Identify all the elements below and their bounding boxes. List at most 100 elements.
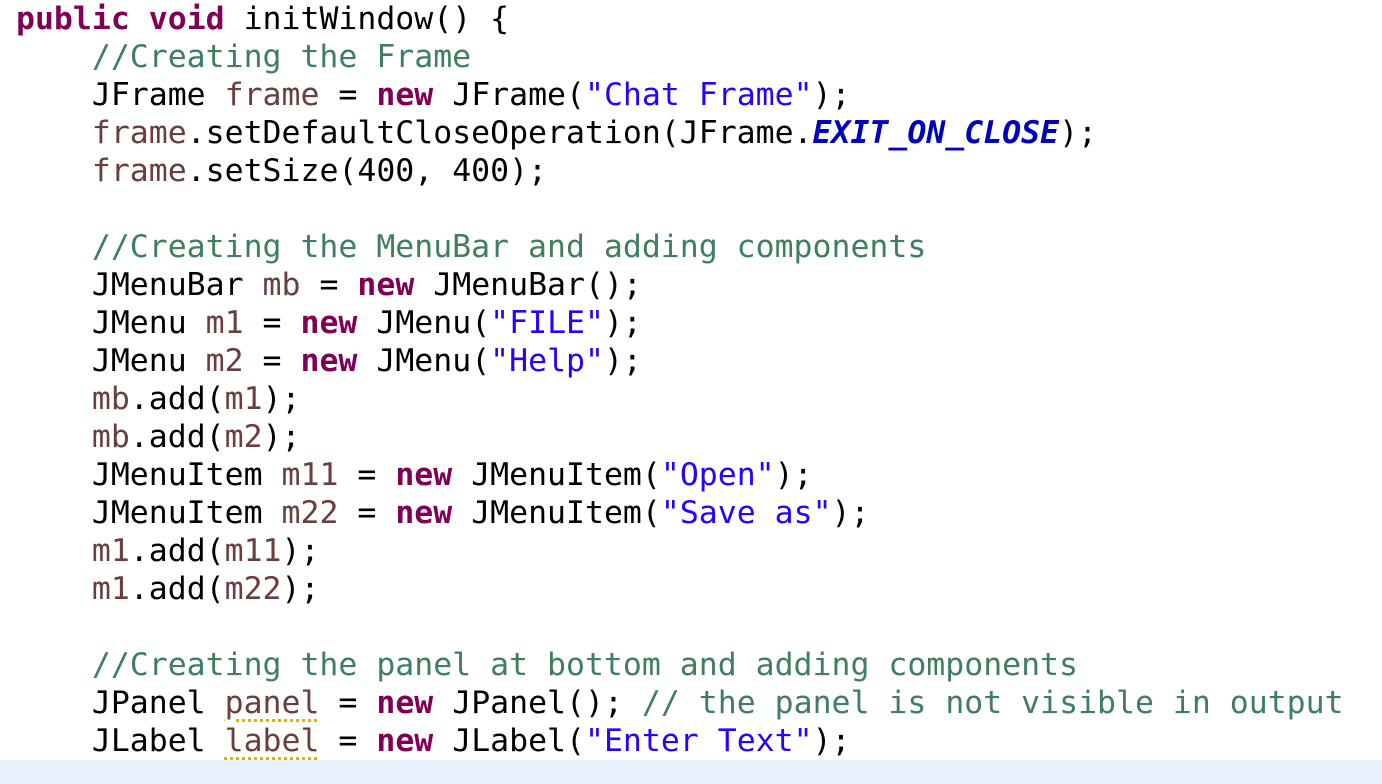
code-editor[interactable]: public void initWindow() { //Creating th… [0,0,1382,784]
comment-token: //Creating the MenuBar and adding compon… [91,229,927,265]
code-line[interactable]: frame.setDefaultCloseOperation(JFrame.EX… [16,114,1344,152]
code-token: = [319,723,377,759]
comment-token: //Creating the panel at bottom and addin… [91,647,1079,683]
code-line[interactable] [16,190,1344,228]
code-token: ); [603,305,642,341]
code-line[interactable]: JMenu m2 = new JMenu("Help"); [16,342,1344,380]
code-token: JMenuItem [16,495,282,531]
keyword-token: new [376,685,434,721]
code-token: ); [774,457,813,493]
code-token: ); [603,343,642,379]
code-token: = [319,77,377,113]
code-line[interactable]: m1.add(m22); [16,570,1344,608]
code-token: JPanel [16,685,225,721]
code-token: JMenu( [357,305,491,341]
code-line[interactable]: public void initWindow() { [16,0,1344,38]
variable-token: m1 [91,571,130,607]
code-line[interactable]: JMenuBar mb = new JMenuBar(); [16,266,1344,304]
code-token: ); [812,77,851,113]
keyword-token: void [148,1,225,37]
code-token: initWindow() { [224,1,510,37]
code-line[interactable]: JPanel panel = new JPanel(); // the pane… [16,684,1344,722]
code-line[interactable]: //Creating the MenuBar and adding compon… [16,228,1344,266]
comment-token: // the panel is not visible in output [641,685,1344,721]
variable-token: m1 [91,533,130,569]
code-token: ); [1059,115,1098,151]
code-line[interactable]: frame.setSize(400, 400); [16,152,1344,190]
code-line[interactable]: m1.add(m11); [16,532,1344,570]
keyword-token: new [300,305,358,341]
code-token: ); [262,419,301,455]
code-token: .setDefaultCloseOperation(JFrame. [186,115,813,151]
code-line[interactable]: //Creating the Frame [16,38,1344,76]
code-token: = [338,495,396,531]
code-token: .add( [129,419,225,455]
code-line[interactable]: mb.add(m1); [16,380,1344,418]
string-literal-token: "FILE" [490,305,604,341]
variable-token: m2 [205,343,244,379]
constant-token: EXIT_ON_CLOSE [812,115,1060,151]
variable-token: frame [224,77,320,113]
variable-token: m1 [205,305,244,341]
code-token: = [243,343,301,379]
code-line[interactable]: JMenu m1 = new JMenu("FILE"); [16,304,1344,342]
code-token: JMenuItem( [452,495,661,531]
keyword-token: new [357,267,415,303]
code-token: ); [281,533,320,569]
code-token: .add( [129,571,225,607]
code-token: ); [281,571,320,607]
variable-token: m11 [281,457,339,493]
variable-token: mb [262,267,301,303]
code-token: = [338,457,396,493]
code-line[interactable]: JMenuItem m11 = new JMenuItem("Open"); [16,456,1344,494]
string-literal-token: "Save as" [660,495,832,531]
code-token: JMenuItem [16,457,282,493]
keyword-token: new [376,77,434,113]
variable-token: m22 [281,495,339,531]
code-line[interactable]: mb.add(m2); [16,418,1344,456]
code-line[interactable]: JLabel label = new JLabel("Enter Text"); [16,722,1344,760]
keyword-token: new [395,495,453,531]
code-token: JPanel(); [433,685,642,721]
code-line[interactable]: JFrame frame = new JFrame("Chat Frame"); [16,76,1344,114]
keyword-token: new [376,723,434,759]
code-token: JMenuBar(); [414,267,642,303]
code-token: JLabel [16,723,225,759]
warning-variable-token: panel [224,685,320,721]
code-token: .setSize(400, 400); [186,153,548,189]
string-literal-token: "Open" [660,457,775,493]
variable-token: frame [91,153,187,189]
string-literal-token: "Help" [490,343,604,379]
variable-token: mb [91,381,130,417]
variable-token: mb [91,419,130,455]
code-token: JFrame [16,77,225,113]
code-token: .add( [129,381,225,417]
keyword-token: new [300,343,358,379]
code-token: = [300,267,358,303]
code-token: JMenuBar [16,267,263,303]
variable-token: m1 [224,381,263,417]
code-token: = [319,685,377,721]
code-token: JMenuItem( [452,457,661,493]
code-token: ); [262,381,301,417]
code-line[interactable] [16,608,1344,646]
keyword-token: new [395,457,453,493]
current-line-highlight [0,760,1382,784]
code-line[interactable]: //Creating the panel at bottom and addin… [16,646,1344,684]
code-token: ); [831,495,870,531]
code-token: JMenu( [357,343,491,379]
code-token: JFrame( [433,77,585,113]
code-line[interactable]: JMenuItem m22 = new JMenuItem("Save as")… [16,494,1344,532]
code-token: = [243,305,301,341]
keyword-token: public [16,1,130,37]
code-text-area[interactable]: public void initWindow() { //Creating th… [16,0,1344,760]
warning-variable-token: label [224,723,320,759]
